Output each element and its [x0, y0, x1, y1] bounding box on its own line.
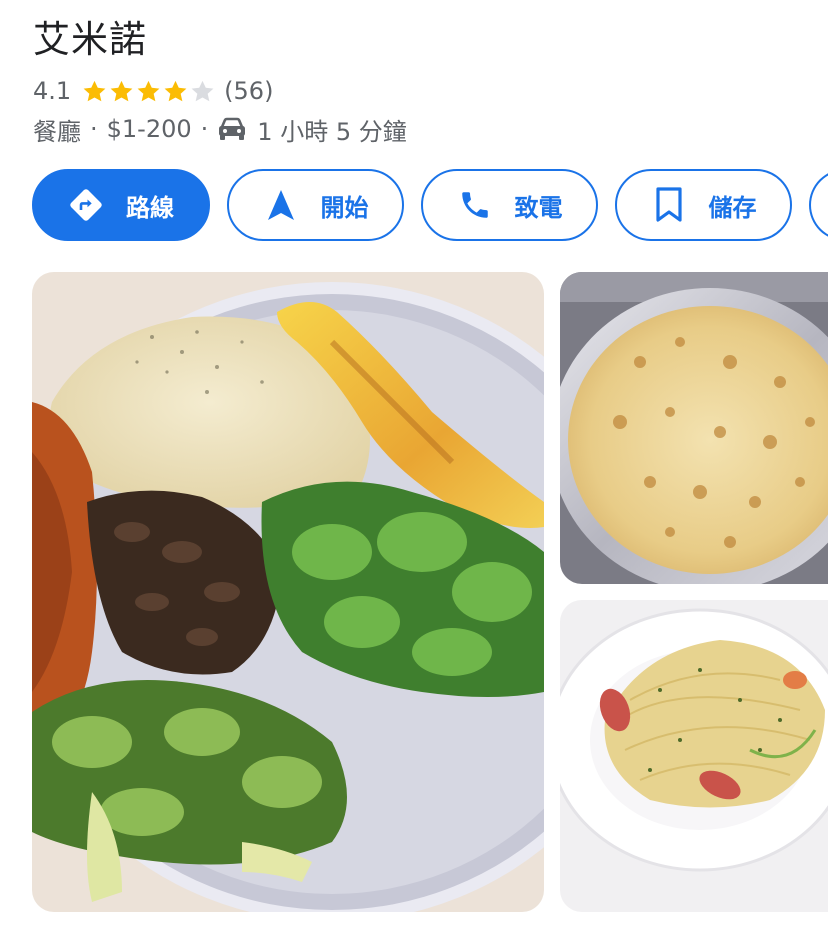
navigation-arrow-icon	[263, 187, 299, 223]
phone-icon	[457, 187, 493, 223]
save-button[interactable]: 儲存	[615, 169, 792, 241]
rating-row[interactable]: 4.1 (56)	[33, 74, 273, 108]
bookmark-icon	[651, 187, 687, 223]
call-button[interactable]: 致電	[421, 169, 598, 241]
call-label: 致電	[514, 193, 563, 222]
save-label: 儲存	[708, 193, 757, 222]
place-title: 艾米諾	[33, 18, 147, 61]
category-label: 餐廳	[33, 117, 81, 146]
meta-row: 餐廳 · $1-200 · 1 小時 5 分鐘	[33, 112, 407, 146]
car-icon	[219, 117, 246, 140]
star-full-icon	[137, 80, 160, 101]
star-rating	[81, 78, 216, 105]
travel-time: 1 小時 5 分鐘	[257, 117, 407, 146]
separator-dot: ·	[200, 115, 209, 143]
review-count[interactable]: (56)	[224, 77, 273, 105]
rating-value: 4.1	[33, 77, 72, 105]
more-actions-button[interactable]	[809, 169, 828, 241]
photo-spaghetti[interactable]	[560, 600, 828, 912]
action-buttons: 路線 開始 致電 儲存	[32, 169, 828, 241]
star-empty-icon	[191, 80, 214, 101]
photo-baked-cheese[interactable]	[560, 272, 828, 584]
separator-dot: ·	[90, 115, 98, 143]
photo-rice-plate[interactable]	[32, 272, 544, 912]
star-full-icon	[110, 80, 133, 101]
directions-button[interactable]: 路線	[32, 169, 210, 241]
directions-label: 路線	[126, 193, 174, 222]
price-range: $1-200	[106, 115, 192, 143]
start-label: 開始	[320, 193, 369, 222]
directions-icon	[68, 187, 104, 223]
star-full-icon	[164, 80, 187, 101]
start-button[interactable]: 開始	[227, 169, 404, 241]
star-full-icon	[83, 80, 106, 101]
